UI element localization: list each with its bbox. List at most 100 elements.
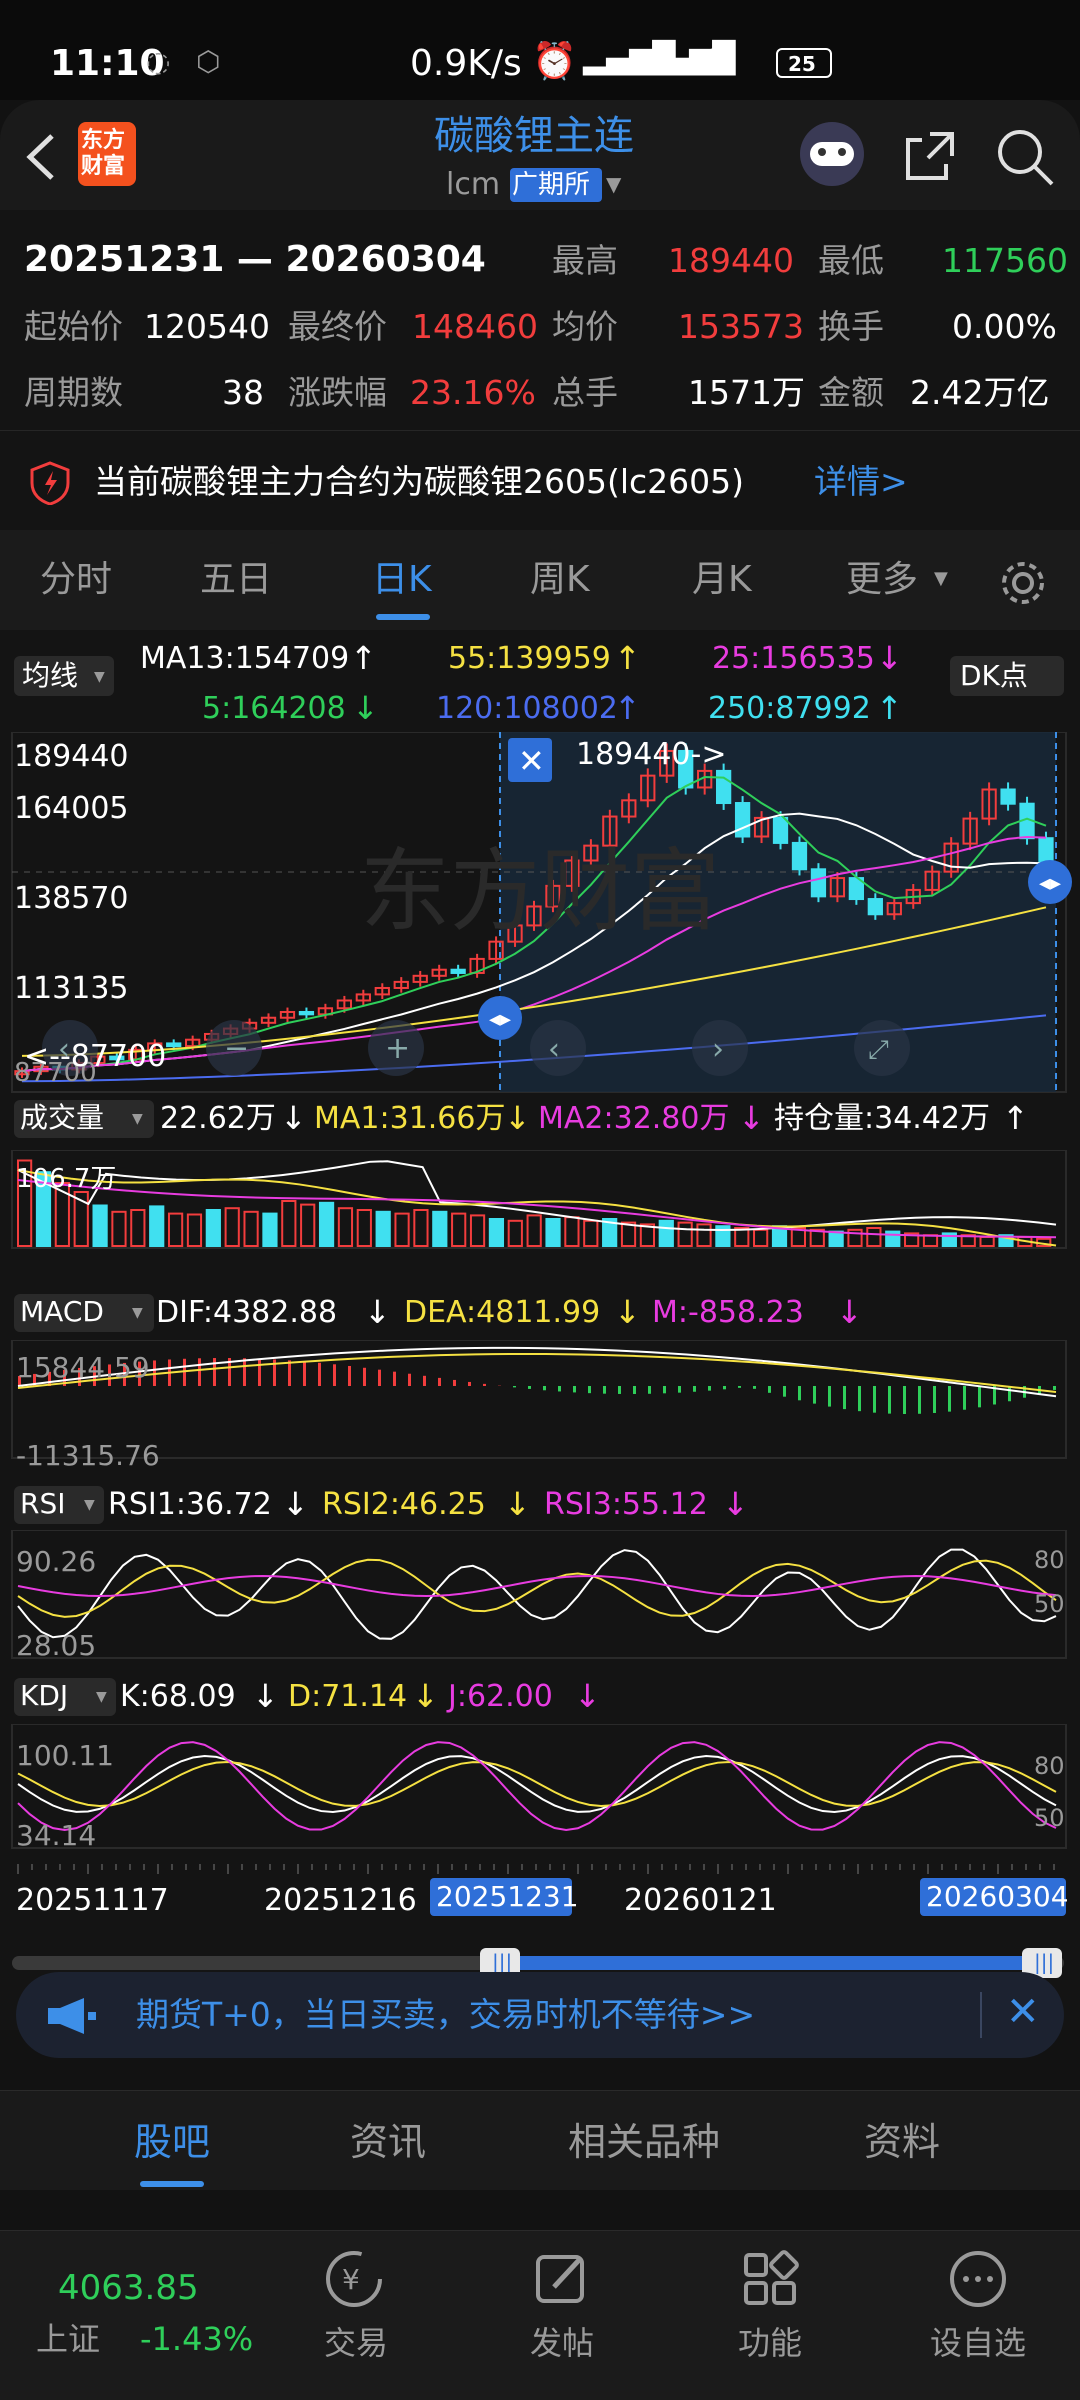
macd-bar [768,1386,771,1393]
macd-bar [888,1386,891,1414]
kdj-j-value: J:62.00 [448,1679,553,1714]
settings-gear-icon[interactable] [998,558,1048,608]
volume-bar [564,1216,580,1247]
app-logo[interactable]: 东方 财富 [78,122,136,186]
volume-dropdown-icon: ▼ [132,1111,143,1127]
kdj-k-value: K:68.09 [120,1679,236,1714]
content-tab-indicator [140,2181,204,2187]
range-slider-selection[interactable] [500,1956,1044,1970]
dk-point-button[interactable]: DK点 [950,656,1064,696]
post-icon[interactable] [532,2249,592,2309]
macd-selector-label: MACD [20,1295,104,1328]
banner-close-icon[interactable]: ✕ [1006,1992,1040,2032]
ma25-value: 25:156535 [712,641,875,676]
exchange-badge[interactable]: 广期所 [510,168,602,202]
date-range: 20251231 — 20260304 [24,239,486,280]
volume-selector-button[interactable]: 成交量 ▼ [14,1100,154,1138]
tab-guba[interactable]: 股吧 [134,2123,210,2161]
rsi-selector-button[interactable]: RSI ▼ [14,1486,104,1524]
functions-button[interactable]: 功能 [738,2327,802,2359]
index-name[interactable]: 上证 [36,2323,100,2355]
assistant-avatar-icon[interactable] [800,122,864,186]
back-icon[interactable] [22,132,58,182]
tab-related[interactable]: 相关品种 [568,2123,720,2161]
volume-bar [658,1219,674,1248]
content-tabs: 股吧 资讯 相关品种 资料 [0,2090,1080,2190]
macd-bar [558,1386,561,1392]
ma250-value: 250:87992 [708,691,871,726]
volume-bar [753,1228,769,1248]
ma5-value: 5:164208 [202,691,346,726]
kline-chart-area[interactable]: 均线 ▼ MA13:154709 ↑ 55:139959 ↑ 25:156535… [0,630,1080,2030]
macd-bar [258,1358,261,1386]
macd-bar [183,1358,186,1386]
ma-selector-button[interactable]: 均线 ▼ [14,656,114,696]
tab-more[interactable]: 更多 [846,562,918,598]
amount-label: 金额 [818,373,884,412]
ma120-trend-icon: ↑ [614,689,641,727]
turnover-label: 换手 [818,307,884,346]
wifi-icon: ◠ [700,39,732,80]
index-change[interactable]: -1.43% [140,2323,253,2355]
tab-daily-k[interactable]: 日K [372,562,432,598]
macd-dif-trend-icon: ↓ [364,1293,391,1331]
macd-bar [723,1386,726,1390]
rsi1-trend-icon: ↓ [282,1485,309,1523]
volume-bar [979,1236,995,1247]
macd-bar [948,1386,951,1412]
tab-five-day[interactable]: 五日 [200,562,272,598]
page-title: 碳酸锂主连 [434,113,634,159]
volume-value: 1571万 [688,373,805,412]
trade-icon[interactable]: ¥ [324,2249,384,2309]
macd-m: M:-858.23 [652,1295,804,1330]
fullscreen-icon: ⤢ [868,1035,889,1065]
contract-code: lcm [446,167,501,202]
promo-banner[interactable]: 期货T+0，当日买卖，交易时机不等待>> ✕ [16,1972,1064,2058]
open-interest-trend-icon: ↑ [1002,1099,1029,1137]
add-watchlist-button[interactable]: 设自选 [930,2327,1026,2359]
macd-bar [978,1386,981,1408]
tab-weekly-k[interactable]: 周K [530,562,590,598]
volume-chart [11,1150,1067,1249]
macd-bar [423,1375,426,1386]
more-dropdown-icon[interactable]: ▼ [934,570,948,588]
tab-monthly-k[interactable]: 月K [692,562,752,598]
index-value[interactable]: 4063.85 [58,2271,199,2305]
ma-selector-label: 均线 [22,659,79,692]
share-icon[interactable] [900,126,960,186]
trade-button[interactable]: 交易 [324,2327,388,2359]
active-tab-indicator [376,614,430,620]
macd-bar [618,1386,621,1394]
tab-profile[interactable]: 资料 [864,2123,940,2161]
scroll-prev-icon: ‹ [548,1032,560,1067]
svg-text:✕: ✕ [518,742,545,780]
volume-bar [375,1210,391,1247]
macd-bar [873,1386,876,1413]
volume-trend-icon: ↓ [280,1099,307,1137]
macd-bar [903,1386,906,1414]
tab-news[interactable]: 资讯 [350,2123,426,2161]
tab-intraday[interactable]: 分时 [40,562,112,598]
periods-value: 38 [222,373,264,412]
app-notification-icon: ◌ [146,45,171,78]
notice-text: 当前碳酸锂主力合约为碳酸锂2605(lc2605) [94,462,745,501]
functions-icon[interactable] [740,2249,800,2309]
rsi-axis-bottom: 28.05 [16,1629,97,1662]
macd-bar [468,1381,471,1386]
search-icon[interactable] [994,126,1056,188]
rsi-axis-top: 90.26 [16,1545,97,1578]
macd-selector-button[interactable]: MACD ▼ [14,1294,154,1332]
volume-bar [696,1223,712,1248]
rsi-50-label: 50 [1034,1590,1065,1618]
notice-details-link[interactable]: 详情> [814,465,908,498]
macd-bar [813,1386,816,1404]
post-button[interactable]: 发帖 [530,2327,594,2359]
volume-bar [828,1230,844,1247]
kdj-selector-button[interactable]: KDJ ▼ [14,1678,116,1716]
change-value: 23.16% [410,373,536,412]
macd-bar [708,1386,711,1391]
volume-current: 22.62万 [160,1101,276,1136]
exchange-dropdown-icon[interactable]: ▼ [606,174,621,194]
main-contract-notice[interactable]: 当前碳酸锂主力合约为碳酸锂2605(lc2605) 详情> [0,430,1080,530]
add-watchlist-icon[interactable] [948,2249,1008,2309]
